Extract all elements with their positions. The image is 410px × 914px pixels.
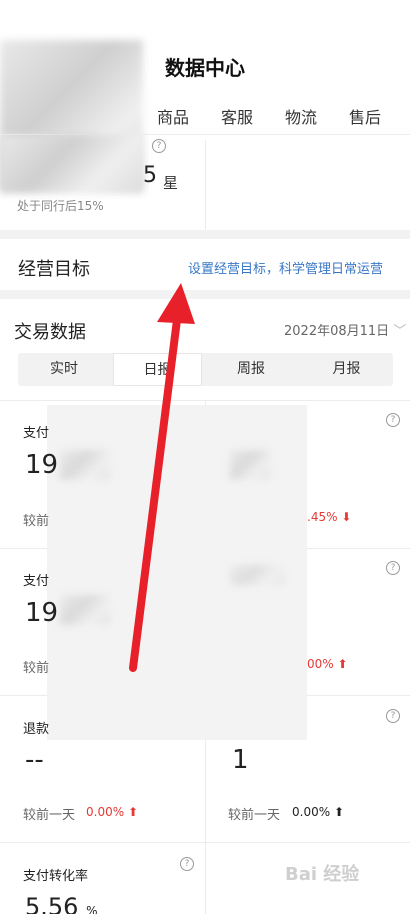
annotation-arrow-shaft xyxy=(129,308,182,672)
watermark-logo: Bai 经验 xyxy=(285,864,360,885)
annotation-arrow-head xyxy=(157,283,195,324)
annotation-arrow xyxy=(129,283,195,672)
